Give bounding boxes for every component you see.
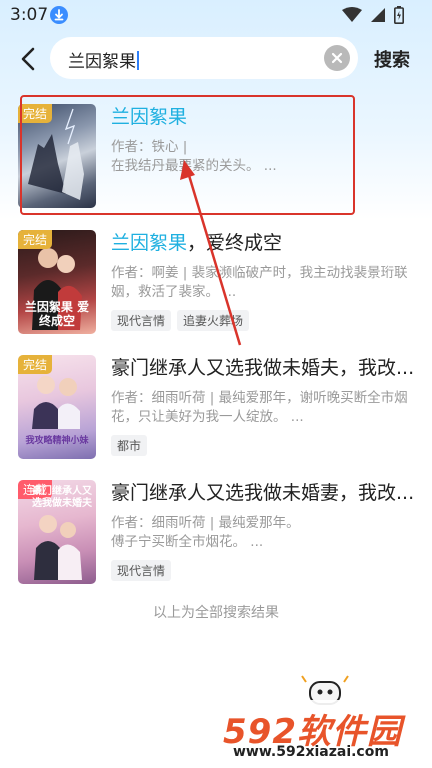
status-bar: 3:07: [0, 0, 432, 30]
battery-icon: [394, 6, 404, 24]
cover-title-art: 豪门继承人又选我做未婚夫: [32, 486, 92, 509]
book-author: 作者：啊姜 | 裴家濒临破产时，我主动找裴景珩联: [111, 265, 408, 281]
book-author: 作者：细雨听荷 | 最纯爱那年。: [111, 515, 300, 531]
clear-search-button[interactable]: [324, 45, 350, 71]
book-title[interactable]: 豪门继承人又选我做未婚夫，我改...: [111, 355, 418, 381]
genre-tag[interactable]: 都市: [111, 435, 148, 456]
book-description: 花，只让美好为我一人绽放。 ...: [111, 409, 304, 425]
genre-tag[interactable]: 现代言情: [111, 310, 172, 331]
book-cover[interactable]: 完结 我攻略精神小妹: [18, 355, 96, 459]
result-item[interactable]: 连载 豪门继承人又选我做未婚夫 豪门继承人又选我做未婚妻，我改... 作者：细雨…: [18, 480, 418, 586]
book-description: 姻，救活了裴家。 ...: [111, 284, 237, 300]
status-badge: 完结: [18, 355, 53, 374]
book-description: 傅子宁买断全市烟花。 ...: [111, 534, 264, 550]
result-item[interactable]: 完结 兰因絮果 爱终成空 兰因絮果，爱终成空 作者：啊姜 | 裴家濒临破产时，我…: [18, 230, 418, 336]
annotation-box: [20, 95, 355, 215]
end-of-results-text: 以上为全部搜索结果: [153, 605, 279, 621]
watermark: 592软件园 www.592xiazai.com: [217, 700, 432, 768]
text-caret: [137, 51, 139, 70]
book-cover[interactable]: 完结 兰因絮果 爱终成空: [18, 230, 96, 334]
signal-icon: [370, 7, 386, 23]
cover-title-art: 兰因絮果 爱终成空: [24, 300, 90, 328]
download-icon: [50, 6, 68, 24]
status-badge: 完结: [18, 230, 53, 249]
cover-title-art: 我攻略精神小妹: [25, 436, 89, 446]
book-title[interactable]: 豪门继承人又选我做未婚妻，我改...: [111, 480, 418, 506]
watermark-url: www.592xiazai.com: [233, 744, 389, 760]
search-input[interactable]: 兰因絮果: [50, 37, 358, 79]
genre-tag[interactable]: 追妻火葬场: [177, 310, 250, 331]
close-icon: [331, 52, 343, 64]
back-button[interactable]: [14, 44, 44, 74]
book-title[interactable]: 兰因絮果，爱终成空: [111, 230, 418, 256]
book-author: 作者：细雨听荷 | 最纯爱那年，谢听晚买断全市烟: [111, 390, 408, 406]
genre-tag[interactable]: 现代言情: [111, 560, 172, 581]
result-item[interactable]: 完结 我攻略精神小妹 豪门继承人又选我做未婚夫，我改... 作者：细雨听荷 | …: [18, 355, 418, 461]
status-time: 3:07: [10, 5, 49, 25]
book-cover[interactable]: 连载 豪门继承人又选我做未婚夫: [18, 480, 96, 584]
search-button[interactable]: 搜索: [374, 46, 410, 72]
chevron-left-icon: [21, 47, 35, 71]
wifi-icon: [342, 7, 362, 23]
search-query: 兰因絮果: [68, 52, 136, 72]
